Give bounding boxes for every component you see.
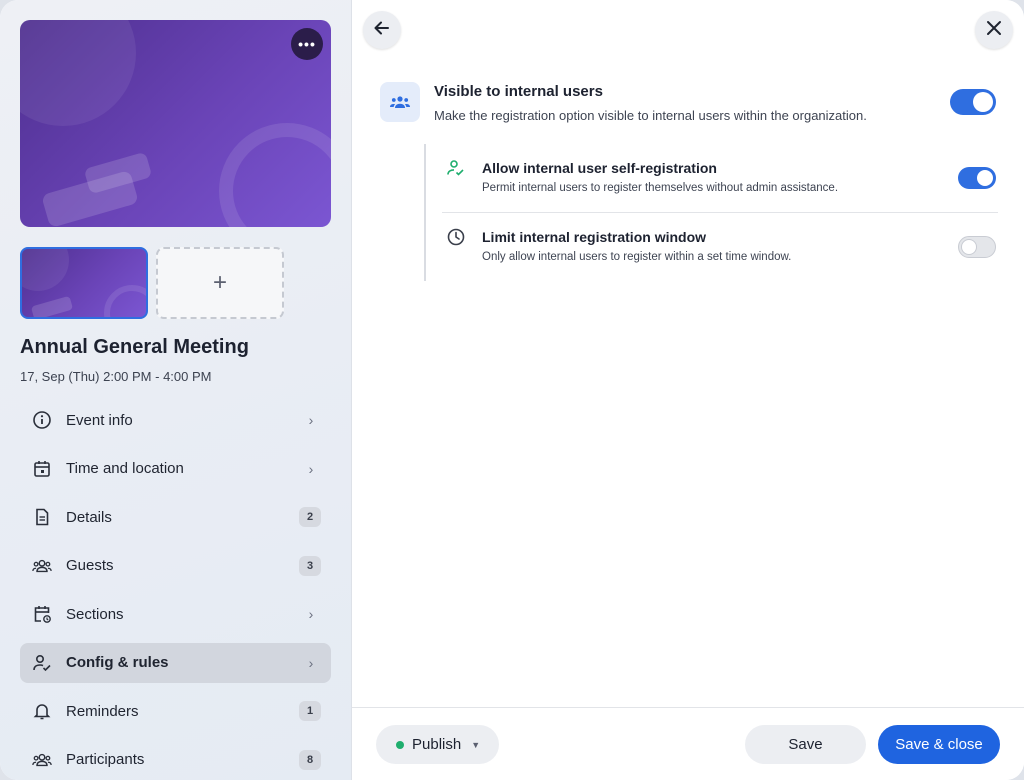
sub-settings-list: Allow internal user self-registration Pe… bbox=[424, 144, 1000, 281]
nav-item-config-and-rules[interactable]: Config & rules › bbox=[20, 642, 331, 683]
nav-item-label: Participants bbox=[66, 751, 145, 768]
event-nav: Event info › Time and location › Details… bbox=[20, 400, 331, 780]
bell-icon bbox=[32, 701, 52, 721]
people-icon bbox=[32, 556, 52, 576]
person-check-icon bbox=[446, 158, 466, 178]
caret-down-icon: ▼ bbox=[471, 739, 481, 750]
nav-item-label: Details bbox=[66, 508, 112, 526]
nav-item-label: Reminders bbox=[66, 702, 139, 720]
count-badge: 2 bbox=[299, 507, 321, 527]
add-image-button[interactable]: + bbox=[156, 247, 284, 319]
setting-description: Only allow internal users to register wi… bbox=[482, 251, 792, 263]
nav-item-details[interactable]: Details 2 bbox=[20, 497, 331, 537]
close-icon bbox=[985, 19, 1003, 42]
chevron-right-icon: › bbox=[308, 654, 314, 671]
plus-icon: + bbox=[212, 269, 227, 296]
calendar-sync-icon bbox=[32, 604, 52, 624]
people-icon bbox=[380, 82, 420, 122]
event-title: Annual General Meeting bbox=[20, 336, 249, 358]
event-editor-window: ••• + Annual General Meeting 17, Sep (Th… bbox=[0, 0, 1024, 780]
nav-item-guests[interactable]: Guests 3 bbox=[20, 546, 331, 586]
allow-self-registration-toggle[interactable] bbox=[958, 167, 996, 189]
back-button[interactable] bbox=[363, 11, 401, 49]
nav-item-sections[interactable]: Sections › bbox=[20, 594, 331, 634]
nav-item-label: Sections bbox=[66, 605, 124, 623]
setting-allow-self-registration: Allow internal user self-registration Pe… bbox=[442, 144, 998, 212]
event-date: 17, Sep (Thu) 2:00 PM - 4:00 PM bbox=[20, 369, 212, 384]
config-panel: Visible to internal users Make the regis… bbox=[352, 0, 1024, 780]
footer-bar: Publish ▼ Save Save & close bbox=[352, 707, 1024, 780]
nav-item-label: Guests bbox=[66, 557, 114, 574]
people-icon bbox=[32, 750, 52, 770]
limit-registration-window-toggle[interactable] bbox=[958, 236, 996, 258]
publish-dropdown[interactable]: Publish ▼ bbox=[376, 725, 499, 764]
nav-item-label: Event info bbox=[66, 411, 133, 429]
event-sidebar: ••• + Annual General Meeting 17, Sep (Th… bbox=[0, 0, 352, 780]
more-horizontal-icon: ••• bbox=[298, 36, 316, 52]
setting-limit-registration-window: Limit internal registration window Only … bbox=[442, 213, 998, 281]
status-dot bbox=[396, 740, 404, 749]
cover-image: ••• bbox=[20, 20, 331, 227]
setting-description: Permit internal users to register themse… bbox=[482, 182, 839, 194]
more-options-button[interactable]: ••• bbox=[291, 28, 323, 60]
save-button[interactable]: Save bbox=[745, 725, 866, 764]
nav-item-participants[interactable]: Participants 8 bbox=[20, 740, 331, 780]
nav-item-label: Config & rules bbox=[66, 654, 169, 671]
chevron-right-icon: › bbox=[308, 606, 314, 622]
save-and-close-button[interactable]: Save & close bbox=[878, 725, 1000, 764]
chevron-right-icon: › bbox=[308, 412, 314, 428]
arrow-left-icon bbox=[372, 18, 392, 43]
setting-title: Limit internal registration window bbox=[482, 229, 707, 245]
info-icon bbox=[32, 410, 52, 430]
close-button[interactable] bbox=[975, 11, 1013, 49]
setting-title: Allow internal user self-registration bbox=[482, 160, 717, 176]
setting-description: Make the registration option visible to … bbox=[434, 108, 867, 123]
clock-icon bbox=[446, 227, 466, 247]
publish-label: Publish bbox=[412, 736, 462, 753]
count-badge: 3 bbox=[299, 555, 321, 576]
nav-item-label: Time and location bbox=[66, 460, 184, 477]
document-icon bbox=[32, 507, 52, 527]
count-badge: 1 bbox=[299, 701, 321, 721]
setting-title: Visible to internal users bbox=[434, 83, 603, 100]
nav-item-time-and-location[interactable]: Time and location › bbox=[20, 449, 331, 489]
cover-thumbnail-selected[interactable] bbox=[20, 247, 148, 319]
person-check-icon bbox=[32, 653, 52, 673]
visible-to-internal-users-toggle[interactable] bbox=[950, 89, 996, 115]
nav-item-event-info[interactable]: Event info › bbox=[20, 400, 331, 440]
calendar-icon bbox=[32, 459, 52, 479]
count-badge: 8 bbox=[299, 749, 321, 770]
nav-item-reminders[interactable]: Reminders 1 bbox=[20, 691, 331, 731]
chevron-right-icon: › bbox=[308, 460, 314, 477]
